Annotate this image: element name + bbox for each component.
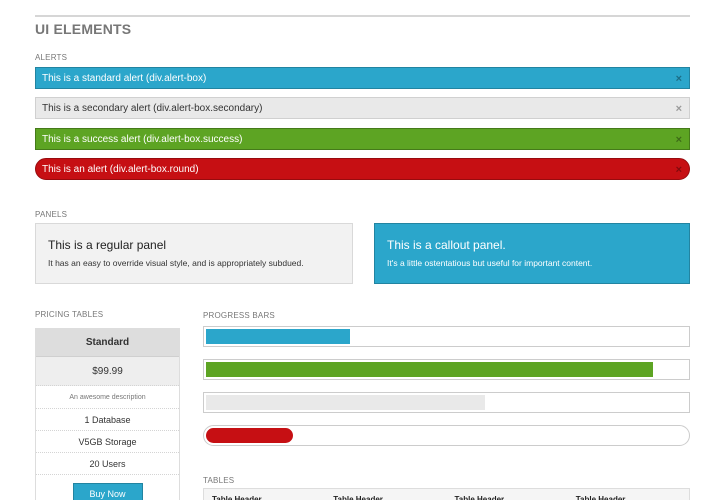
progress-meter xyxy=(206,362,654,377)
table-header-row: Table Header Table Header Table Header T… xyxy=(204,489,689,500)
pricing-tables-label: PRICING TABLES xyxy=(35,310,104,319)
progress-meter xyxy=(206,329,351,344)
alert-round-close-icon[interactable]: × xyxy=(676,159,682,181)
alert-success-close-icon[interactable]: × xyxy=(676,129,682,151)
pricing-cta: Buy Now xyxy=(36,475,179,500)
data-table: Table Header Table Header Table Header T… xyxy=(203,488,690,500)
pricing-bullet: V5GB Storage xyxy=(36,431,179,453)
alert-secondary: This is a secondary alert (div.alert-box… xyxy=(35,97,690,119)
progress-bar xyxy=(203,392,690,413)
table-header-cell: Table Header xyxy=(212,495,262,500)
callout-panel: This is a callout panel. It's a little o… xyxy=(374,223,690,284)
panels-label: PANELS xyxy=(35,210,68,219)
alerts-label: ALERTS xyxy=(35,53,68,62)
pricing-title: Standard xyxy=(36,329,179,357)
regular-panel: This is a regular panel It has an easy t… xyxy=(35,223,353,284)
pricing-table: Standard $99.99 An awesome description 1… xyxy=(35,328,180,500)
alert-secondary-text: This is a secondary alert (div.alert-box… xyxy=(42,103,263,114)
callout-panel-title: This is a callout panel. xyxy=(387,238,506,252)
alert-success-text: This is a success alert (div.alert-box.s… xyxy=(42,134,243,145)
alert-success: This is a success alert (div.alert-box.s… xyxy=(35,128,690,150)
table-header-cell: Table Header xyxy=(454,495,505,500)
progress-meter xyxy=(206,395,485,410)
alert-standard-close-icon[interactable]: × xyxy=(676,68,682,90)
progress-bar xyxy=(203,326,690,347)
pricing-price: $99.99 xyxy=(36,357,179,386)
alert-secondary-close-icon[interactable]: × xyxy=(676,98,682,120)
pricing-description: An awesome description xyxy=(36,386,179,409)
ui-elements-page: UI ELEMENTS ALERTS This is a standard al… xyxy=(35,0,690,500)
alert-round: This is an alert (div.alert-box.round) × xyxy=(35,158,690,180)
table-header-cell: Table Header xyxy=(333,495,383,500)
top-divider xyxy=(35,15,690,17)
table-header-cell: Table Header xyxy=(575,495,626,500)
progress-bars-label: PROGRESS BARS xyxy=(203,311,275,320)
regular-panel-body: It has an easy to override visual style,… xyxy=(48,258,304,268)
callout-panel-body: It's a little ostentatious but useful fo… xyxy=(387,258,593,268)
regular-panel-title: This is a regular panel xyxy=(48,238,167,252)
progress-bar xyxy=(203,359,690,380)
alert-standard: This is a standard alert (div.alert-box)… xyxy=(35,67,690,89)
alert-round-text: This is an alert (div.alert-box.round) xyxy=(42,164,199,175)
pricing-bullet: 20 Users xyxy=(36,453,179,475)
pricing-bullet: 1 Database xyxy=(36,409,179,431)
alert-standard-text: This is a standard alert (div.alert-box) xyxy=(42,73,207,84)
tables-label: TABLES xyxy=(203,476,235,485)
progress-meter xyxy=(206,428,293,443)
buy-now-button[interactable]: Buy Now xyxy=(72,483,143,500)
page-title: UI ELEMENTS xyxy=(35,21,132,37)
progress-bar-round xyxy=(203,425,690,446)
